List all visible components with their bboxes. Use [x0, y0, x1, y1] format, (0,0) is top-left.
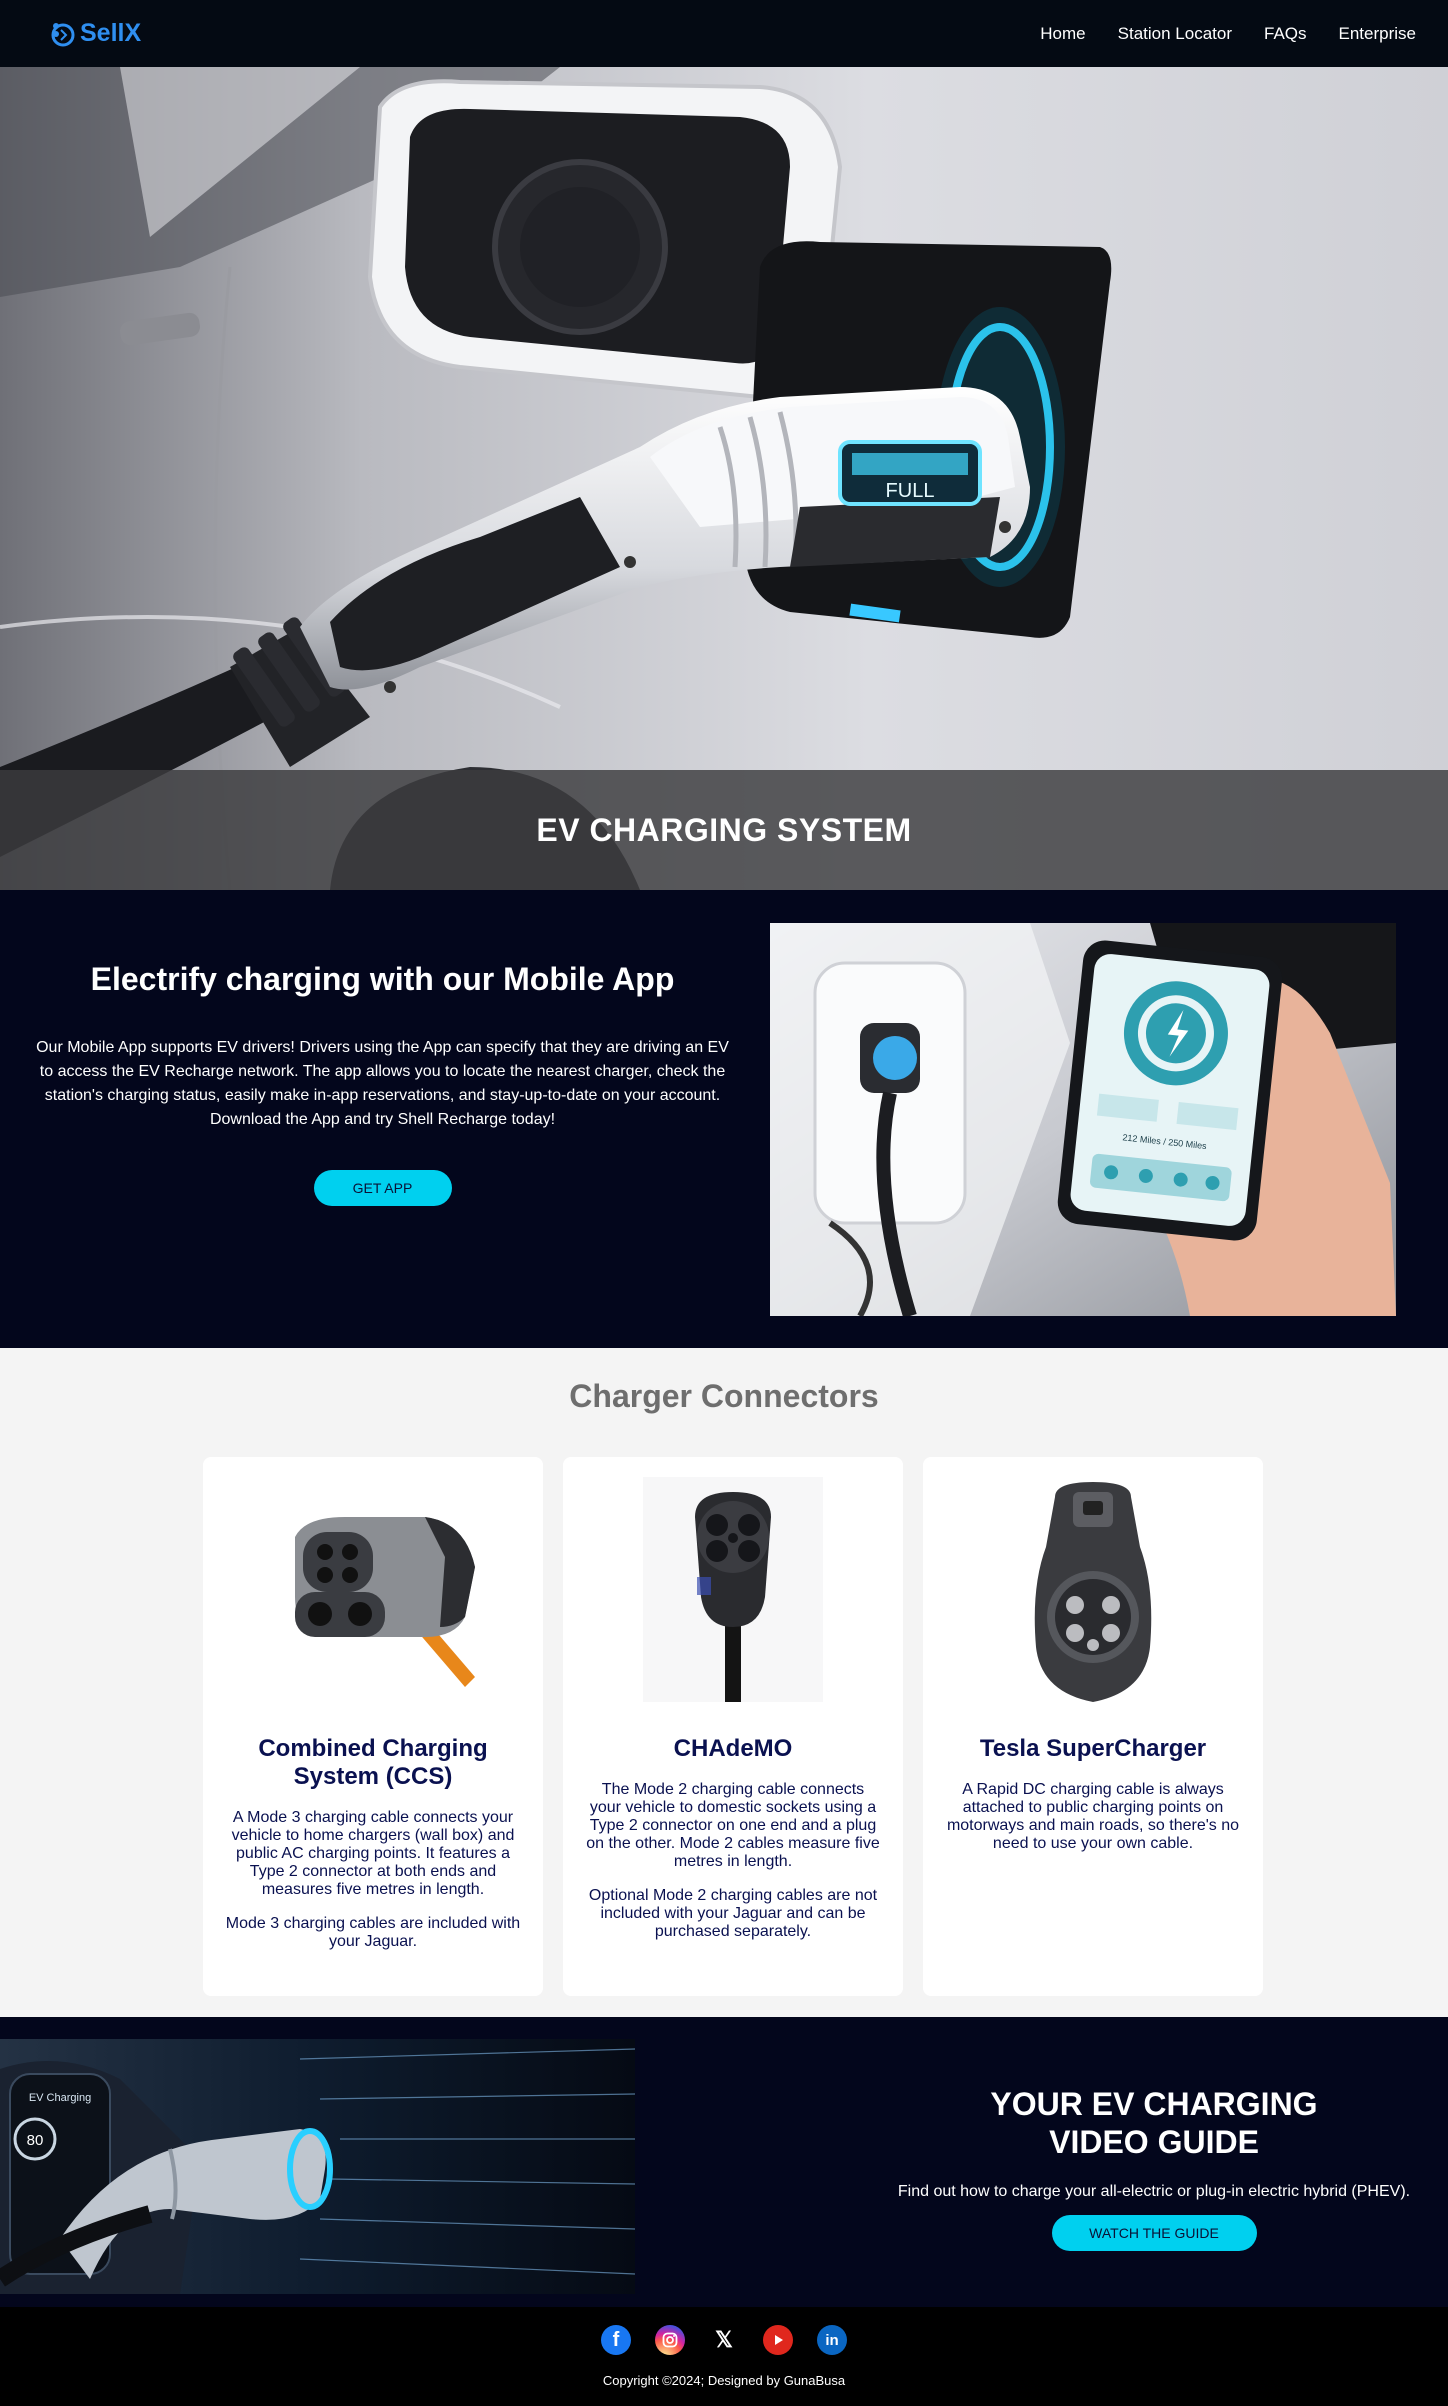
x-twitter-icon[interactable]: 𝕏 [709, 2325, 739, 2355]
hero-title: EV CHARGING SYSTEM [536, 811, 912, 848]
social-links: f 𝕏 in [0, 2325, 1448, 2355]
hero-charging-image: FULL [0, 67, 1448, 890]
dash-value: 80 [27, 2132, 44, 2149]
app-text-block: Electrify charging with our Mobile App O… [30, 890, 735, 1206]
copyright-text: Copyright ©2024; Designed by GunaBusa [602, 2373, 846, 2388]
connector-title-ccs: Combined Charging System (CCS) [258, 1735, 488, 1790]
tesla-connector-image [945, 1477, 1241, 1717]
guide-heading: YOUR EV CHARGING VIDEO GUIDE [860, 2085, 1448, 2161]
nav-link-faqs[interactable]: FAQs [1264, 24, 1307, 44]
nav-link-home[interactable]: Home [1040, 24, 1085, 44]
guide-text-block: YOUR EV CHARGING VIDEO GUIDE Find out ho… [860, 2017, 1448, 2251]
nav-link-station-locator[interactable]: Station Locator [1118, 24, 1232, 44]
instagram-icon[interactable] [655, 2325, 685, 2355]
hero-banner: EV CHARGING SYSTEM [0, 770, 1448, 890]
brand-logo[interactable]: SellX [48, 19, 141, 48]
connector-card-tesla: Tesla SuperCharger A Rapid DC charging c… [923, 1457, 1263, 1996]
connector-card-chademo: CHAdeMO The Mode 2 charging cable connec… [563, 1457, 903, 1996]
connector-desc-ccs: A Mode 3 charging cable connects your ve… [231, 1809, 515, 1898]
video-guide-section: EV Charging 80 YOUR EV CHARGING VIDEO GU… [0, 2017, 1448, 2307]
connector-note-chademo: Optional Mode 2 charging cables are not … [588, 1887, 878, 1940]
charger-connectors-section: Charger Connectors Combined Charging Sys… [0, 1348, 1448, 2017]
guide-heading-line-1: YOUR EV CHARGING [990, 2086, 1318, 2122]
connector-title-tesla: Tesla SuperCharger [979, 1735, 1207, 1762]
navbar: SellX Home Station Locator FAQs Enterpri… [0, 0, 1448, 67]
phone-app-image: 212 Miles / 250 Miles [770, 923, 1396, 1316]
ev-dashboard-image: EV Charging 80 [0, 2039, 635, 2294]
connector-desc-chademo: The Mode 2 charging cable connects your … [586, 1781, 880, 1870]
connector-desc-tesla: A Rapid DC charging cable is always atta… [946, 1781, 1240, 1852]
plug-display-label: FULL [886, 480, 935, 502]
get-app-button[interactable]: GET APP [313, 1170, 452, 1206]
chademo-connector-image [585, 1477, 881, 1717]
connector-title-chademo: CHAdeMO [673, 1735, 793, 1762]
nav-menu: Home Station Locator FAQs Enterprise [1040, 24, 1416, 44]
app-heading: Electrify charging with our Mobile App [90, 961, 675, 997]
ccs-connector-image [225, 1477, 521, 1717]
guide-description: Find out how to charge your all-electric… [897, 2183, 1411, 2200]
brand-name: SellX [80, 19, 142, 47]
youtube-icon[interactable] [763, 2325, 793, 2355]
footer: f 𝕏 in Copyright ©2024; Designed by Guna… [0, 2307, 1448, 2406]
nav-link-enterprise[interactable]: Enterprise [1339, 24, 1416, 44]
hero-section: FULL EV CHARGING SYSTEM [0, 67, 1448, 890]
plug-logo-icon [48, 20, 76, 48]
guide-heading-line-2: VIDEO GUIDE [1049, 2124, 1259, 2160]
connector-card-ccs: Combined Charging System (CCS) A Mode 3 … [203, 1457, 543, 1996]
app-description: Our Mobile App supports EV drivers! Driv… [36, 1039, 729, 1128]
connector-note-ccs: Mode 3 charging cables are included with… [225, 1915, 521, 1950]
watch-guide-button[interactable]: WATCH THE GUIDE [1051, 2215, 1257, 2251]
connectors-heading: Charger Connectors [569, 1378, 879, 1414]
dash-label: EV Charging [29, 2092, 91, 2104]
facebook-icon[interactable]: f [601, 2325, 631, 2355]
linkedin-icon[interactable]: in [817, 2325, 847, 2355]
mobile-app-section: Electrify charging with our Mobile App O… [0, 890, 1448, 1348]
